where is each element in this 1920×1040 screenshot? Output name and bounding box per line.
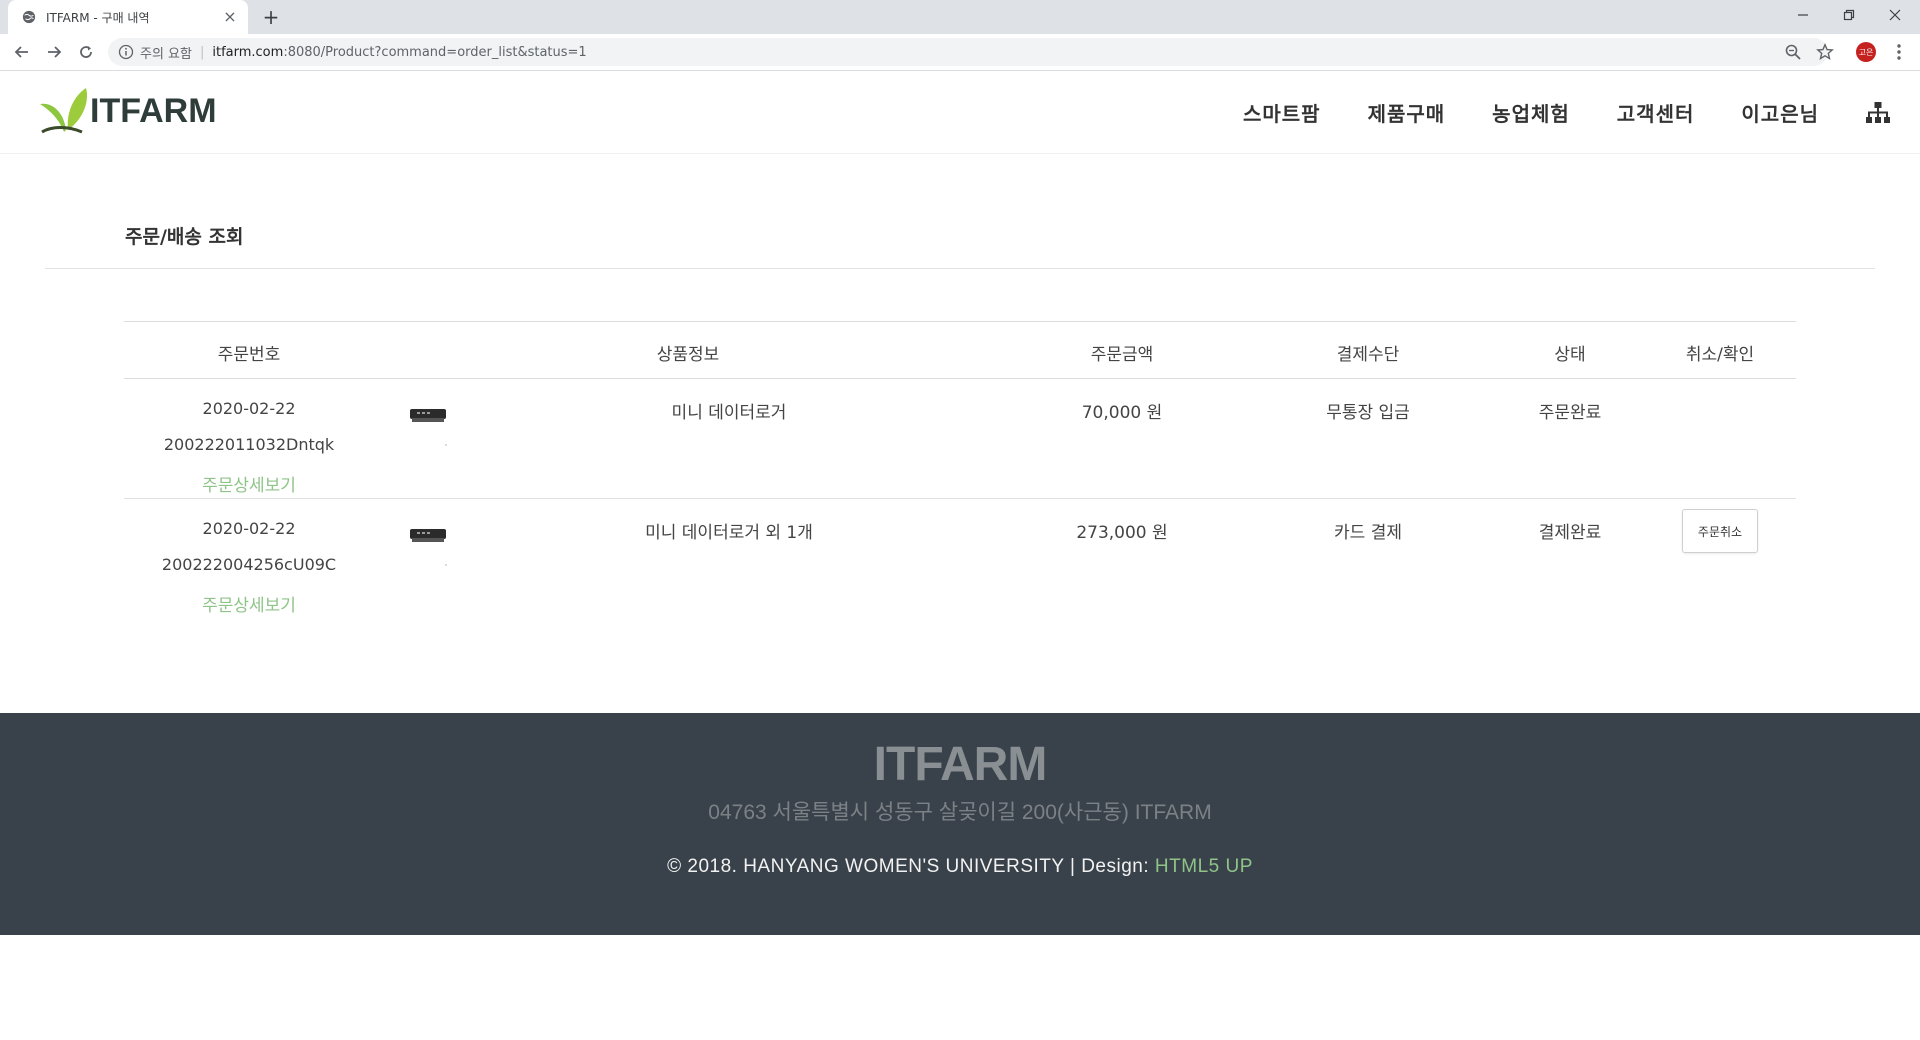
address-bar[interactable]: 주의 요함 | itfarm.com:8080/Product?command=… <box>108 38 1828 66</box>
main-nav: 스마트팜 제품구매 농업체험 고객센터 이고은님 <box>1243 71 1920 154</box>
url-path: :8080/Product?command=order_list&status=… <box>283 44 587 60</box>
more-menu-icon[interactable] <box>1892 42 1906 62</box>
order-amount: 273,000 원 <box>1076 523 1168 543</box>
copyright-text: © 2018. HANYANG WOMEN'S UNIVERSITY | Des… <box>667 856 1155 877</box>
address-separator: | <box>199 44 205 60</box>
table-row: 2020-02-22 200222004256cU09C 주문상세보기 미니 데… <box>124 499 1796 619</box>
info-icon[interactable] <box>118 44 134 60</box>
nav-product-purchase[interactable]: 제품구매 <box>1368 98 1446 127</box>
nav-user-menu[interactable]: 이고은님 <box>1741 98 1819 127</box>
security-label[interactable]: 주의 요함 <box>140 43 192 62</box>
leaf-logo-icon <box>40 88 88 134</box>
nav-smart-farm[interactable]: 스마트팜 <box>1243 98 1321 127</box>
back-button[interactable] <box>9 39 35 65</box>
site-header: ITFARM 스마트팜 제품구매 농업체험 고객센터 이고은님 <box>0 71 1920 154</box>
order-date: 2020-02-22 <box>202 399 296 418</box>
new-tab-button[interactable]: + <box>258 4 284 30</box>
minimize-icon <box>1798 14 1808 16</box>
site-footer: ITFARM 04763 서울특별시 성동구 살곶이길 200(사근동) ITF… <box>0 713 1920 935</box>
footer-logo: ITFARM <box>873 738 1048 791</box>
order-number: 200222004256cU09C <box>161 555 337 574</box>
product-name[interactable]: 미니 데이터로거 <box>672 398 787 423</box>
sitemap-icon[interactable] <box>1866 101 1890 124</box>
tab-title: ITFARM - 구매 내역 <box>46 10 150 25</box>
close-icon <box>1889 9 1901 21</box>
site-logo[interactable]: ITFARM <box>38 81 217 141</box>
order-detail-link[interactable]: 주문상세보기 <box>202 471 296 496</box>
order-detail-link[interactable]: 주문상세보기 <box>202 591 296 616</box>
order-status: 주문완료 <box>1538 403 1602 423</box>
product-thumbnail[interactable] <box>408 521 448 569</box>
title-divider <box>45 268 1875 269</box>
browser-toolbar: 주의 요함 | itfarm.com:8080/Product?command=… <box>0 34 1920 71</box>
arrow-left-icon <box>14 46 28 58</box>
orders-table-header: 주문번호 상품정보 주문금액 결제수단 상태 취소/확인 <box>124 321 1796 379</box>
cancel-order-button[interactable]: 주문취소 <box>1682 509 1758 553</box>
payment-method: 카드 결제 <box>1334 523 1402 543</box>
url-host: itfarm.com <box>212 44 284 60</box>
page-title: 주문/배송 조회 <box>125 226 244 248</box>
arrow-right-icon <box>48 46 62 58</box>
orders-table: 주문번호 상품정보 주문금액 결제수단 상태 취소/확인 2020-02-22 … <box>124 321 1796 619</box>
zoom-icon[interactable] <box>1784 43 1802 61</box>
reload-icon <box>80 46 92 58</box>
order-number: 200222011032Dntqk <box>163 435 335 454</box>
html5up-link[interactable]: HTML5 UP <box>1155 856 1253 877</box>
footer-address: 04763 서울특별시 성동구 살곶이길 200(사근동) ITFARM <box>708 801 1212 824</box>
forward-button[interactable] <box>41 39 67 65</box>
col-order-number: 주문번호 <box>217 345 281 365</box>
col-order-amount: 주문금액 <box>1090 345 1154 365</box>
payment-method: 무통장 입금 <box>1326 403 1410 423</box>
tab-close-icon[interactable]: × <box>222 9 238 25</box>
nav-farm-experience[interactable]: 농업체험 <box>1492 98 1570 127</box>
order-date: 2020-02-22 <box>202 519 296 538</box>
close-window-button[interactable] <box>1872 0 1918 30</box>
restore-button[interactable] <box>1826 0 1872 30</box>
product-name[interactable]: 미니 데이터로거 외 1개 <box>645 518 813 543</box>
col-payment-method: 결제수단 <box>1336 345 1400 365</box>
reload-button[interactable] <box>73 39 99 65</box>
globe-icon <box>22 10 36 24</box>
table-row: 2020-02-22 200222011032Dntqk 주문상세보기 미니 데… <box>124 379 1796 499</box>
product-thumbnail[interactable] <box>408 401 448 449</box>
nav-customer-center[interactable]: 고객센터 <box>1617 98 1695 127</box>
browser-tab-bar: ITFARM - 구매 내역 × + <box>0 0 1920 34</box>
col-product-info: 상품정보 <box>656 345 720 365</box>
footer-copyright: © 2018. HANYANG WOMEN'S UNIVERSITY | Des… <box>0 856 1920 878</box>
col-status: 상태 <box>1554 345 1586 365</box>
profile-avatar[interactable]: 고은 <box>1856 42 1876 62</box>
bookmark-star-icon[interactable] <box>1816 43 1834 61</box>
minimize-button[interactable] <box>1780 0 1826 30</box>
order-status: 결제완료 <box>1538 523 1602 543</box>
browser-tab[interactable]: ITFARM - 구매 내역 × <box>8 0 248 34</box>
order-amount: 70,000 원 <box>1081 403 1163 423</box>
logo-text: ITFARM <box>90 91 217 130</box>
col-cancel-confirm: 취소/확인 <box>1685 345 1755 365</box>
restore-icon <box>1843 9 1855 21</box>
